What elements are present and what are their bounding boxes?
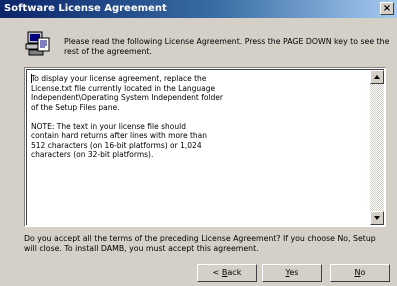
accept-question: Do you accept all the terms of the prece… — [24, 234, 376, 253]
window-title: Software License Agreement — [4, 3, 167, 14]
back-button[interactable]: < Back — [197, 264, 257, 282]
scroll-down-arrow-icon — [374, 216, 380, 220]
close-button[interactable]: × — [380, 2, 394, 15]
vertical-scrollbar[interactable] — [370, 70, 384, 225]
scroll-up-arrow-icon — [374, 75, 380, 79]
yes-button-rest: es — [289, 268, 299, 277]
back-button-rest: ack — [227, 268, 242, 277]
close-icon: × — [382, 3, 392, 14]
license-dialog: Software License Agreement × Please read… — [0, 0, 397, 286]
license-text: To display your license agreement, repla… — [31, 74, 351, 169]
back-button-prefix: < — [212, 268, 222, 277]
scroll-up-button[interactable] — [370, 70, 384, 84]
yes-button[interactable]: Yes — [262, 264, 322, 282]
scroll-down-button[interactable] — [370, 211, 384, 225]
license-paragraph: NOTE: The text in your license file shou… — [31, 121, 207, 160]
no-button-rest: o — [360, 268, 366, 277]
no-button[interactable]: No — [330, 264, 390, 282]
license-paragraph: To display your license agreement, repla… — [31, 74, 223, 112]
title-bar[interactable]: Software License Agreement × — [0, 0, 397, 18]
license-text-area[interactable]: To display your license agreement, repla… — [26, 69, 384, 225]
license-text-box[interactable]: To display your license agreement, repla… — [24, 67, 386, 227]
computer-install-icon — [24, 30, 52, 58]
header-instruction: Please read the following License Agreem… — [64, 37, 390, 56]
